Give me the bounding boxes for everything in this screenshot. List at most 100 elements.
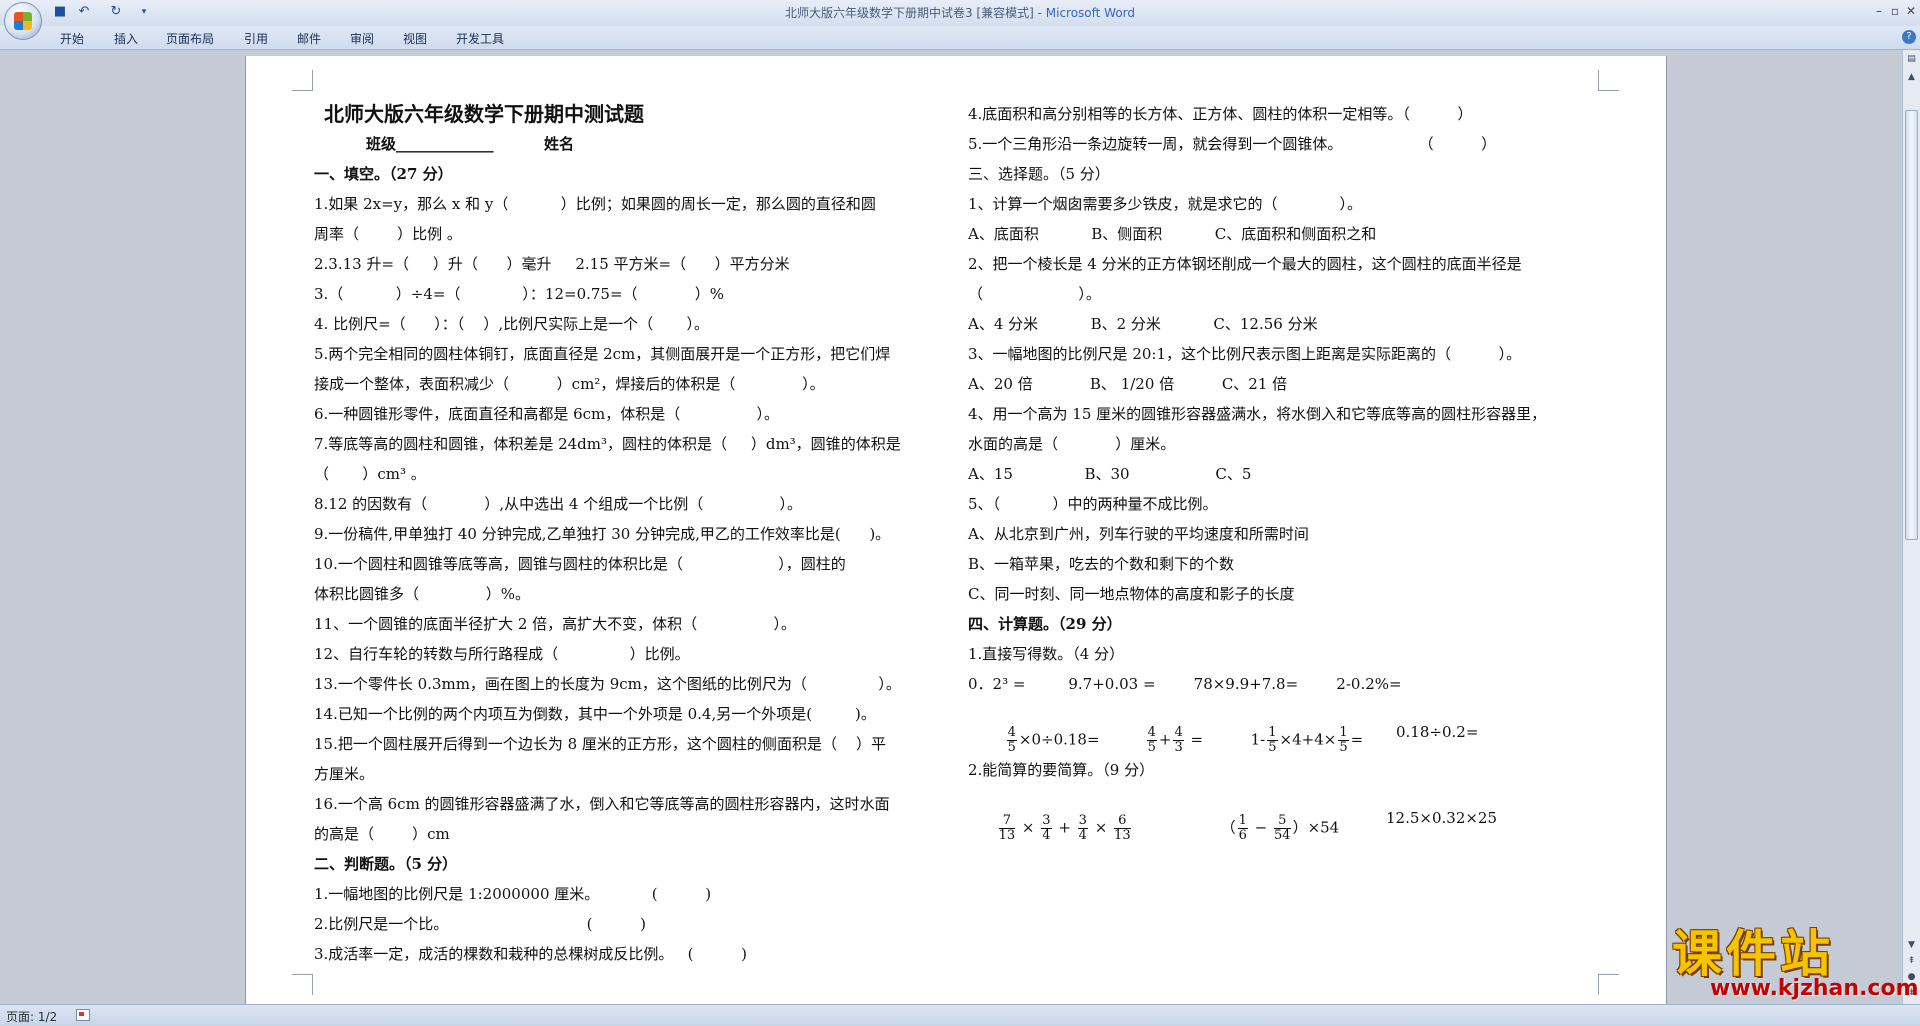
option-line: C、同一时刻、同一地点物体的高度和影子的长度 bbox=[968, 585, 1295, 603]
document-page[interactable]: 北师大版六年级数学下册期中测试题 班级_____________ 姓名 一、填空… bbox=[245, 56, 1667, 1004]
margin-corner-mark bbox=[1598, 974, 1619, 995]
margin-corner-mark bbox=[292, 70, 313, 91]
doc-title: 北师大版六年级数学下册期中测试题 bbox=[324, 102, 644, 126]
tab-view[interactable]: 视图 bbox=[403, 30, 427, 47]
question-line: 2.比例尺是一个比。 ( ) bbox=[314, 915, 646, 933]
question-line: 16.一个高 6cm 的圆锥形容器盛满了水，倒入和它等底等高的圆柱形容器内，这时… bbox=[314, 795, 890, 813]
fraction: 15 bbox=[1267, 725, 1278, 755]
question-line: 1.如果 2x=y，那么 x 和 y（ ）比例；如果圆的周长一定，那么圆的直径和… bbox=[314, 195, 876, 213]
question-line: 5.两个完全相同的圆柱体铜钉，底面直径是 2cm，其侧面展开是一个正方形，把它们… bbox=[314, 345, 891, 363]
scroll-up-icon[interactable]: ▲ bbox=[1905, 70, 1918, 84]
watermark-text: 课件站 bbox=[1672, 925, 1834, 983]
section-heading: 一、填空。（27 分） bbox=[314, 165, 453, 183]
fraction: 6 13 bbox=[1114, 813, 1131, 843]
question-line: 周率（ ）比例 。 bbox=[314, 225, 462, 243]
calc-expression: 7 13 × 34 + 34 × 6 13 bbox=[998, 813, 1131, 843]
title-bar: ■ ↶ ↻ ▾ 北师大版六年级数学下册期中试卷3 [兼容模式] - Micros… bbox=[0, 0, 1920, 40]
fraction: 34 bbox=[1077, 813, 1088, 843]
calc-expression: 12.5×0.32×25 bbox=[1386, 809, 1498, 827]
question-line: 3.（ ）÷4=（ ）：12=0.75=（ ）% bbox=[314, 285, 725, 303]
option-line: A、从北京到广州，列车行驶的平均速度和所需时间 bbox=[968, 525, 1309, 543]
question-line: 9.一份稿件,甲单独打 40 分钟完成,乙单独打 30 分钟完成,甲乙的工作效率… bbox=[314, 525, 891, 543]
fraction: 7 13 bbox=[998, 813, 1016, 843]
question-line: 7.等底等高的圆柱和圆锥，体积差是 24dm³，圆柱的体积是（ ）dm³，圆锥的… bbox=[314, 435, 901, 453]
question-line: 4.底面积和高分别相等的长方体、正方体、圆柱的体积一定相等。（ ） bbox=[968, 105, 1473, 123]
name-field: 姓名 bbox=[544, 135, 575, 153]
tab-references[interactable]: 引用 bbox=[244, 30, 268, 47]
fraction: 15 bbox=[1338, 725, 1349, 755]
margin-corner-mark bbox=[292, 974, 313, 995]
section-heading: 二、判断题。（5 分） bbox=[314, 855, 458, 873]
document-area: 北师大版六年级数学下册期中测试题 班级_____________ 姓名 一、填空… bbox=[0, 50, 1902, 1004]
question-line: （ ）。 bbox=[968, 285, 1101, 303]
tab-page-layout[interactable]: 页面布局 bbox=[166, 30, 214, 47]
question-line: 13.一个零件长 0.3mm，画在图上的长度为 9cm，这个图纸的比例尺为（ ）… bbox=[314, 675, 901, 693]
document-title: 北师大版六年级数学下册期中试卷3 [兼容模式] - bbox=[784, 6, 1046, 20]
watermark-url: www.kjzhan.com bbox=[1710, 976, 1919, 1001]
section-heading: 三、选择题。（5 分） bbox=[968, 165, 1110, 183]
watermark-logo: 课件站 www.kjzhan.com bbox=[1672, 925, 1919, 1006]
fraction: 45 bbox=[1146, 725, 1157, 755]
question-line: 方厘米。 bbox=[314, 765, 375, 783]
window-title: 北师大版六年级数学下册期中试卷3 [兼容模式] - Microsoft Word bbox=[0, 4, 1920, 21]
question-line: 14.已知一个比例的两个内项互为倒数，其中一个外项是 0.4,另一个外项是( )… bbox=[314, 705, 876, 723]
fraction: 5 54 bbox=[1274, 813, 1291, 843]
section-heading: 四、计算题。（29 分） bbox=[968, 615, 1122, 633]
ruler-toggle-icon[interactable]: ▤ bbox=[1905, 52, 1918, 66]
language-icon[interactable] bbox=[76, 1009, 90, 1021]
tab-home[interactable]: 开始 bbox=[60, 30, 84, 47]
app-name: Microsoft Word bbox=[1045, 6, 1136, 20]
option-line: A、20 倍 B、 1/20 倍 C、21 倍 bbox=[968, 375, 1288, 393]
calc-expression: （1 6 − 5 54 ）×54 bbox=[1220, 813, 1340, 843]
fraction: 45 bbox=[1006, 725, 1017, 755]
question-line: 水面的高是（ ）厘米。 bbox=[968, 435, 1176, 453]
question-line: 1.一幅地图的比例尺是 1:2000000 厘米。 ( ) bbox=[314, 885, 712, 903]
ribbon-tabs: 开始 插入 页面布局 引用 邮件 审阅 视图 开发工具 ? bbox=[0, 26, 1920, 50]
question-line: 15.把一个圆柱展开后得到一个边长为 8 厘米的正方形，这个圆柱的侧面积是（ ）… bbox=[314, 735, 887, 753]
question-line: 11、一个圆锥的底面半径扩大 2 倍，高扩大不变，体积（ ）。 bbox=[314, 615, 796, 633]
tab-review[interactable]: 审阅 bbox=[350, 30, 374, 47]
help-icon[interactable]: ? bbox=[1902, 30, 1916, 44]
fraction: 34 bbox=[1041, 813, 1052, 843]
fraction: 16 bbox=[1237, 813, 1248, 843]
office-button[interactable] bbox=[4, 2, 42, 40]
question-line: 2.3.13 升=（ ）升（ ）毫升 2.15 平方米=（ ）平方分米 bbox=[314, 255, 790, 273]
question-line: 2.能简算的要简算。（9 分） bbox=[968, 761, 1155, 779]
tab-developer[interactable]: 开发工具 bbox=[456, 30, 504, 47]
tab-insert[interactable]: 插入 bbox=[114, 30, 138, 47]
option-line: A、15 B、30 C、5 bbox=[968, 465, 1252, 483]
fraction: 43 bbox=[1173, 725, 1184, 755]
question-line: 5、（ ）中的两种量不成比例。 bbox=[968, 495, 1218, 513]
calc-line: 0．2³ = 9.7+0.03 = 78×9.9+7.8= 2-0.2%= bbox=[968, 675, 1402, 693]
tab-mailings[interactable]: 邮件 bbox=[297, 30, 321, 47]
question-line: 的高是（ ）cm bbox=[314, 825, 450, 843]
calc-expression: 1- 1 5 ×4+4× 1 5 = bbox=[1250, 725, 1364, 755]
question-line: 8.12 的因数有（ ）,从中选出 4 个组成一个比例（ ）。 bbox=[314, 495, 803, 513]
status-bar: 页面: 1/2 bbox=[0, 1004, 1920, 1026]
question-line: 1.直接写得数。（4 分） bbox=[968, 645, 1125, 663]
question-line: 5.一个三角形沿一条边旋转一周，就会得到一个圆锥体。 （ ） bbox=[968, 135, 1497, 153]
question-line: 体积比圆锥多（ ）%。 bbox=[314, 585, 531, 603]
question-line: 4. 比例尺=（ ）：（ ）,比例尺实际上是一个（ ）。 bbox=[314, 315, 709, 333]
calc-expression: 0.18÷0.2= bbox=[1396, 723, 1479, 741]
question-line: 4、用一个高为 15 厘米的圆锥形容器盛满水，将水倒入和它等底等高的圆柱形容器里… bbox=[968, 405, 1547, 423]
vertical-scrollbar[interactable]: ▤ ▲ ▼ ⇞ ● ⇟ bbox=[1902, 50, 1920, 1004]
question-line: 接成一个整体，表面积减少（ ）cm²，焊接后的体积是（ ）。 bbox=[314, 375, 825, 393]
question-line: 3.成活率一定，成活的棵数和栽种的总棵树成反比例。 ( ) bbox=[314, 945, 748, 963]
question-line: 10.一个圆柱和圆锥等底等高，圆锥与圆柱的体积比是（ ），圆柱的 bbox=[314, 555, 846, 573]
option-line: B、一箱苹果，吃去的个数和剩下的个数 bbox=[968, 555, 1235, 573]
question-line: 12、自行车轮的转数与所行路程成（ ）比例。 bbox=[314, 645, 690, 663]
question-line: 3、一幅地图的比例尺是 20:1，这个比例尺表示图上距离是实际距离的（ ）。 bbox=[968, 345, 1522, 363]
question-line: 6.一种圆锥形零件，底面直径和高都是 6cm，体积是（ ）。 bbox=[314, 405, 780, 423]
question-line: （ ）cm³ 。 bbox=[314, 465, 426, 483]
office-logo-icon bbox=[14, 12, 32, 30]
option-line: A、4 分米 B、2 分米 C、12.56 分米 bbox=[968, 315, 1318, 333]
class-field: 班级_____________ bbox=[366, 135, 494, 153]
margin-corner-mark bbox=[1598, 70, 1619, 91]
question-line: 1、计算一个烟囱需要多少铁皮，就是求它的（ ）。 bbox=[968, 195, 1363, 213]
question-line: 2、把一个棱长是 4 分米的正方体钢坯削成一个最大的圆柱，这个圆柱的底面半径是 bbox=[968, 255, 1522, 273]
scroll-thumb[interactable] bbox=[1905, 110, 1918, 540]
option-line: A、底面积 B、侧面积 C、底面积和侧面积之和 bbox=[968, 225, 1377, 243]
page-indicator[interactable]: 页面: 1/2 bbox=[6, 1008, 57, 1025]
close-icon[interactable]: ✕ bbox=[1902, 3, 1920, 19]
